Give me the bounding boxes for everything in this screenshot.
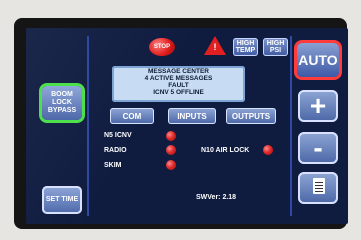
tab-com[interactable]: COM [110,108,154,124]
status-skim-indicator [166,160,176,170]
decrease-button[interactable]: - [298,132,338,164]
increase-button[interactable]: + [298,90,338,122]
status-n5-icnv-indicator [166,131,176,141]
stop-label: STOP [153,44,171,50]
plus-icon: + [309,90,327,121]
status-item-radio: RADIO [104,147,127,154]
status-item-n10-air-lock: N10 AIR LOCK [201,147,250,154]
document-lines-icon [315,182,323,183]
tab-com-label: COM [122,111,142,121]
auto-label: AUTO [298,52,338,68]
left-divider [87,36,89,216]
status-n10-air-lock-indicator [263,145,273,155]
set-time-label: SET TIME [45,196,79,203]
status-item-n5-icnv: N5 ICNV [104,132,132,139]
hmi-screen: BOOM LOCK BYPASS SET TIME STOP ! HIGH TE… [26,28,348,224]
high-psi-indicator: HIGH PSI [263,38,288,56]
high-temp-indicator: HIGH TEMP [233,38,258,56]
stop-button[interactable]: STOP [149,38,175,56]
status-radio-indicator [166,145,176,155]
message-center-fault: FAULT [168,82,189,89]
tab-inputs-label: INPUTS [177,111,207,121]
right-divider [290,36,292,216]
high-psi-label: HIGH PSI [266,40,285,54]
boom-lock-bypass-label: BOOM LOCK BYPASS [47,91,77,114]
set-time-button[interactable]: SET TIME [42,186,82,214]
tab-inputs[interactable]: INPUTS [168,108,216,124]
message-center-panel: MESSAGE CENTER 4 ACTIVE MESSAGES FAULT I… [112,66,245,102]
status-item-skim: SKIM [104,162,122,169]
auto-button[interactable]: AUTO [297,43,339,77]
boom-lock-bypass-button[interactable]: BOOM LOCK BYPASS [42,86,82,120]
tab-outputs-label: OUTPUTS [231,111,271,121]
document-sheet-icon [313,178,325,194]
tab-outputs[interactable]: OUTPUTS [226,108,276,124]
warning-exclamation-icon: ! [213,42,217,52]
minus-icon: - [313,132,323,163]
high-temp-label: HIGH TEMP [235,40,256,54]
message-center-title: MESSAGE CENTER [147,68,210,75]
message-center-count: 4 ACTIVE MESSAGES [144,75,213,82]
software-version: SWVer: 2.18 [196,194,237,201]
message-center-detail: ICNV 5 OFFLINE [153,89,204,96]
